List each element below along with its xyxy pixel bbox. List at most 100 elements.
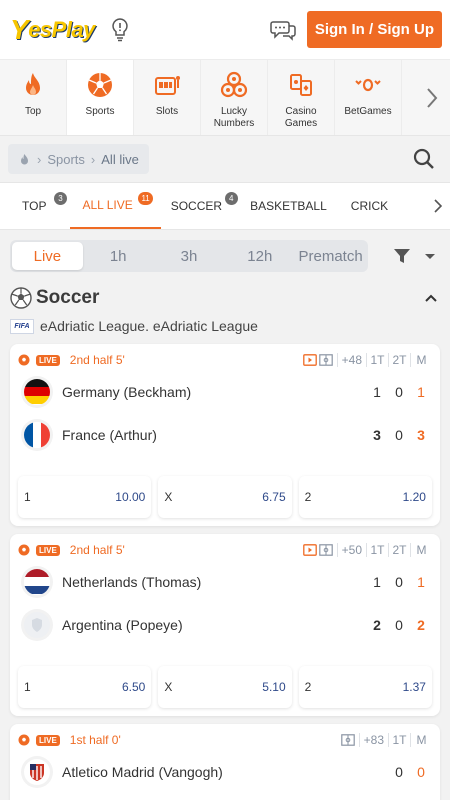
team-name: Germany (Beckham)	[62, 383, 192, 400]
chat-icon[interactable]	[269, 16, 297, 44]
odds-button-x[interactable]: X 5.10	[158, 666, 292, 708]
filter-icon[interactable]	[392, 246, 412, 266]
filter-1h[interactable]: 1h	[83, 242, 154, 270]
soccer-ball-icon	[18, 544, 30, 556]
odds-value: 1.20	[402, 490, 426, 504]
tab-label: ALL LIVE	[82, 198, 133, 212]
live-badge: LIVE	[36, 544, 60, 556]
col-header-m: M	[410, 353, 432, 367]
match-card[interactable]: LIVE 1st half 0' +83 1T M Atletico Madri…	[10, 724, 440, 800]
tab-label: SOCCER	[170, 199, 223, 213]
search-icon[interactable]	[412, 147, 436, 171]
time-filter: Live 1h 3h 12h Prematch	[10, 240, 368, 272]
team-name: Atletico Madrid (Vangogh)	[62, 763, 223, 780]
odds-button-2[interactable]: 2 1.20	[298, 476, 432, 518]
live-badge: LIVE	[36, 354, 60, 366]
col-header-1t: 1T	[388, 733, 410, 747]
breadcrumb: › Sports › All live	[8, 144, 149, 174]
chevron-right-icon: ›	[90, 151, 96, 167]
filter-prematch[interactable]: Prematch	[295, 242, 366, 270]
odds-value: 5.10	[262, 680, 286, 694]
time-filter-bar: Live 1h 3h 12h Prematch	[0, 230, 450, 282]
col-header-1t: 1T	[366, 353, 388, 367]
category-betgames[interactable]: BetGames	[335, 60, 402, 135]
team-row: Argentina (Popeye) 2 0 2	[18, 603, 432, 646]
odds-button-1[interactable]: 1 6.50	[18, 666, 152, 708]
odds-label: 1	[24, 680, 31, 694]
filter-3h[interactable]: 3h	[154, 242, 225, 270]
video-stream-icon[interactable]	[302, 544, 317, 556]
tab-count-badge: 3	[54, 192, 67, 205]
odds-button-1[interactable]: 1 10.00	[18, 476, 152, 518]
category-top[interactable]: Top	[0, 60, 67, 135]
score-2t: 0	[395, 383, 403, 400]
tab-cricket[interactable]: CRICK	[341, 183, 400, 229]
category-label: Slots	[155, 106, 179, 117]
category-slots[interactable]: Slots	[134, 60, 201, 135]
category-label: Top	[24, 106, 42, 117]
signin-signup-button[interactable]: Sign In / Sign Up	[306, 11, 442, 48]
more-markets-count[interactable]: +83	[358, 733, 384, 747]
caret-down-icon[interactable]	[424, 250, 436, 262]
tabs-scroll-right-button[interactable]	[426, 183, 450, 229]
odds-button-2[interactable]: 2 1.37	[298, 666, 432, 708]
soccer-ball-icon	[18, 354, 30, 366]
cards-icon	[286, 70, 316, 100]
category-casino-games[interactable]: Casino Games	[268, 60, 335, 135]
score-1t: 1	[373, 383, 381, 400]
match-time: 2nd half 5'	[69, 353, 125, 367]
atletico-madrid-crest-icon	[24, 758, 50, 785]
filter-live[interactable]: Live	[12, 242, 83, 270]
team-row: France (Arthur) 3 0 3	[18, 413, 432, 456]
team-row: Netherlands (Thomas) 1 0 1	[18, 560, 432, 603]
chevron-right-icon: ›	[37, 151, 42, 167]
filter-12h[interactable]: 12h	[224, 242, 295, 270]
tab-count-badge: 4	[224, 192, 238, 205]
team-name: France (Arthur)	[62, 426, 157, 443]
match-card[interactable]: LIVE 2nd half 5' +48 1T 2T M Germany (Be…	[10, 344, 440, 526]
soccer-ball-icon	[85, 70, 115, 100]
col-header-m: M	[410, 543, 432, 557]
category-label: BetGames	[344, 106, 392, 117]
score-match: 1	[417, 573, 425, 590]
league-header[interactable]: FIFA eAdriatic League. eAdriatic League	[0, 314, 450, 338]
field-tracker-icon[interactable]	[318, 354, 333, 366]
chevron-up-icon[interactable]	[424, 291, 438, 305]
tab-all-live[interactable]: ALL LIVE 11	[70, 183, 161, 229]
field-tracker-icon[interactable]	[318, 544, 333, 556]
match-card-header: LIVE 2nd half 5' +48 1T 2T M	[18, 350, 432, 370]
home-icon[interactable]	[18, 153, 31, 166]
category-sports[interactable]: Sports	[67, 60, 134, 135]
tab-top[interactable]: TOP 3	[0, 183, 70, 229]
tab-basketball[interactable]: BASKETBALL	[246, 183, 341, 229]
tab-soccer[interactable]: SOCCER 4	[161, 183, 246, 229]
shield-placeholder-icon	[24, 611, 50, 638]
odds-button-x[interactable]: X 6.75	[158, 476, 292, 518]
odds-row: 1 6.50 X 5.10 2 1.37	[18, 666, 432, 708]
video-stream-icon[interactable]	[302, 354, 317, 366]
more-markets-count[interactable]: +48	[336, 353, 362, 367]
odds-label: X	[164, 680, 173, 694]
match-card[interactable]: LIVE 2nd half 5' +50 1T 2T M Netherlands…	[10, 534, 440, 716]
score-1t: 3	[373, 426, 381, 443]
tab-label: BASKETBALL	[250, 199, 327, 213]
breadcrumb-sports[interactable]: Sports	[47, 152, 85, 167]
field-tracker-icon[interactable]	[340, 734, 355, 746]
germany-flag-icon	[24, 378, 50, 405]
breadcrumb-current: All live	[101, 151, 139, 167]
more-markets-count[interactable]: +50	[336, 543, 362, 557]
odds-value: 10.00	[115, 490, 146, 504]
yesplay-logo[interactable]: YesPlay	[10, 10, 95, 50]
category-scroll-right-button[interactable]	[414, 60, 450, 135]
odds-value: 1.37	[402, 680, 426, 694]
category-label: Sports	[85, 106, 115, 117]
lottery-balls-icon	[219, 70, 249, 100]
odds-label: X	[164, 490, 173, 504]
col-header-1t: 1T	[366, 543, 388, 557]
score-2t: 0	[395, 426, 403, 443]
sport-tabs: TOP 3 ALL LIVE 11 SOCCER 4 BASKETBALL CR…	[0, 182, 450, 230]
category-lucky-numbers[interactable]: Lucky Numbers	[201, 60, 268, 135]
category-bar: Top Sports Slots Lucky Numbers Casino Ga…	[0, 60, 450, 136]
sport-header[interactable]: Soccer	[0, 282, 450, 314]
lightbulb-info-icon[interactable]	[109, 16, 131, 44]
